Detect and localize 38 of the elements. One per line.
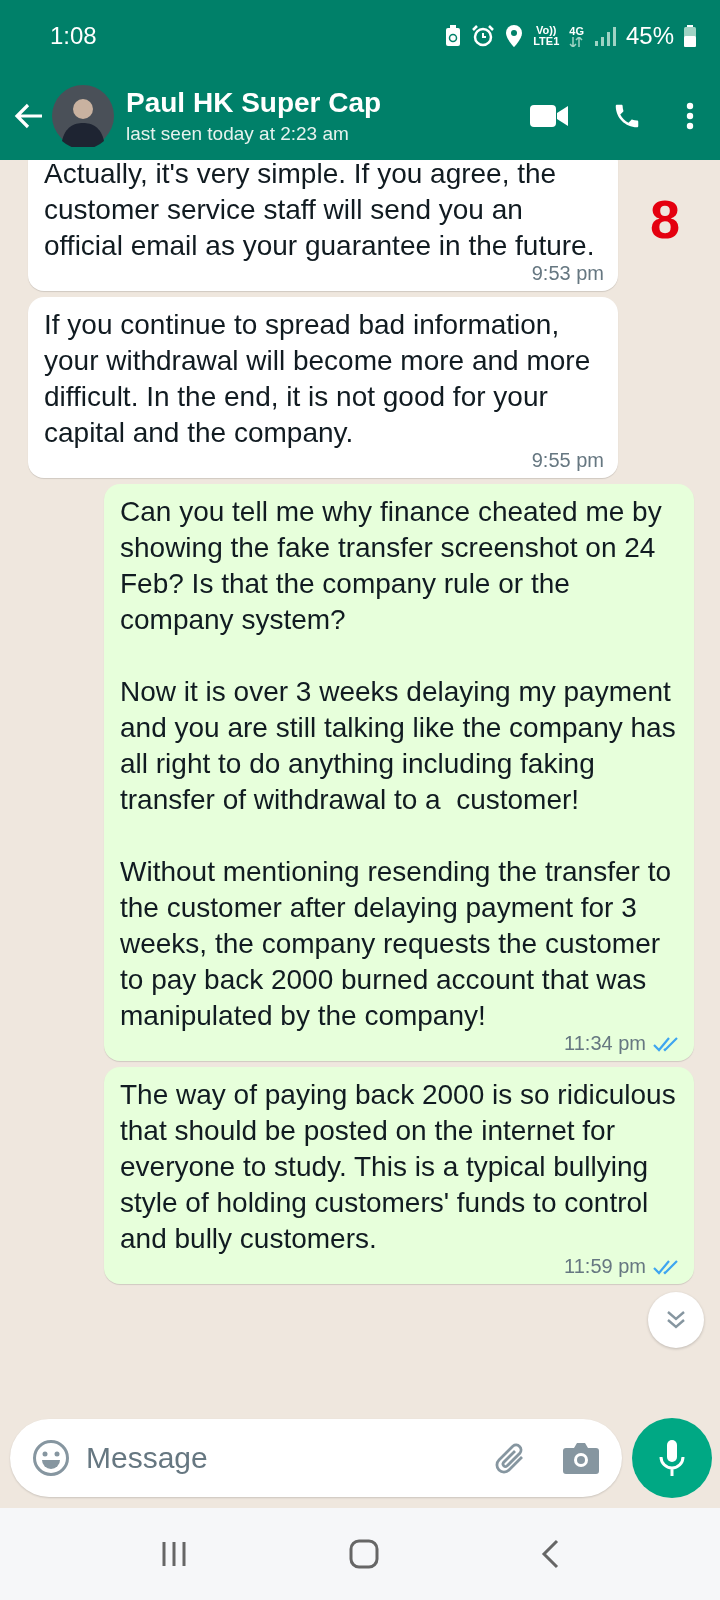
recent-apps-icon[interactable] (161, 1540, 187, 1568)
message-bubble[interactable]: If you continue to spread bad information, your withdrawal will become more and more difficult. In the end, it is not good for your capital and the company. 9:55 pm (28, 297, 618, 478)
annotation-number: 8 (649, 188, 680, 250)
signal-icon (593, 26, 616, 46)
message-text: The way of paying back 2000 is so ridiculous that should be posted on the internet for everyone to study. This is a typical bullying style of holding customers' funds to control and bully customers. (120, 1078, 677, 1256)
message-field[interactable]: Message (84, 1440, 478, 1476)
message-text: Actually, it's very simple. If you agree, the customer service staff will send you an official email as your guarantee in the future. (44, 160, 596, 263)
contact-name: Paul HK Super Cap (126, 87, 383, 119)
last-seen-status: last seen today at 2:23 am (126, 123, 350, 145)
back-icon[interactable] (541, 1539, 559, 1569)
message-bubble[interactable]: Actually, it's very simple. If you agree, the customer service staff will send you an official email as your guarantee in the future. 9:53 pm (28, 160, 618, 291)
data-arrows-icon (569, 36, 584, 47)
more-options-icon[interactable] (686, 102, 694, 130)
home-icon[interactable] (349, 1539, 379, 1569)
message-bubble[interactable] (104, 1067, 694, 1284)
avatar[interactable] (52, 85, 114, 147)
message-text: If you continue to spread bad information, your withdrawal will become more and more difficult. In the end, it is not good for your capital and the company. (44, 308, 592, 450)
scroll-down-button[interactable] (648, 1292, 704, 1348)
location-icon (505, 24, 524, 48)
video-call-icon[interactable] (530, 104, 568, 128)
volte-label: Vo)) (535, 25, 558, 36)
lte-label: LTE1 (533, 36, 560, 47)
clock-time: 1:08 (50, 22, 98, 50)
battery-icon (684, 25, 696, 47)
message-time: 9:55 pm (531, 449, 604, 472)
emoji-icon[interactable] (32, 1439, 70, 1477)
message-time: 11:59 pm (564, 1255, 646, 1278)
message-time: 9:53 pm (531, 262, 604, 285)
microphone-icon (658, 1439, 686, 1477)
camera-icon[interactable] (562, 1441, 600, 1475)
message-text: Can you tell me why finance cheated me by showing the fake transfer screenshot on 24 Feb? Is that the company rule or the company system? Now it is over 3 weeks delaying my payment and you are still talking like the company has all right to do anything including faking transfer of withdrawal to a customer! Without mentioning resending the transfer to the customer after delaying payment for 3 weeks, the company requests the customer to pay back 2000 burned account that was manipulated by the company! (120, 495, 677, 1033)
data-type-label: 4G (569, 25, 584, 37)
battery-percent: 45% (625, 22, 674, 50)
double-chevron-icon (665, 1309, 687, 1331)
message-time: 11:34 pm (564, 1032, 646, 1055)
alarm-icon (471, 24, 496, 48)
composer-bar[interactable]: Message (10, 1419, 622, 1497)
battery-saver-icon (445, 25, 462, 47)
